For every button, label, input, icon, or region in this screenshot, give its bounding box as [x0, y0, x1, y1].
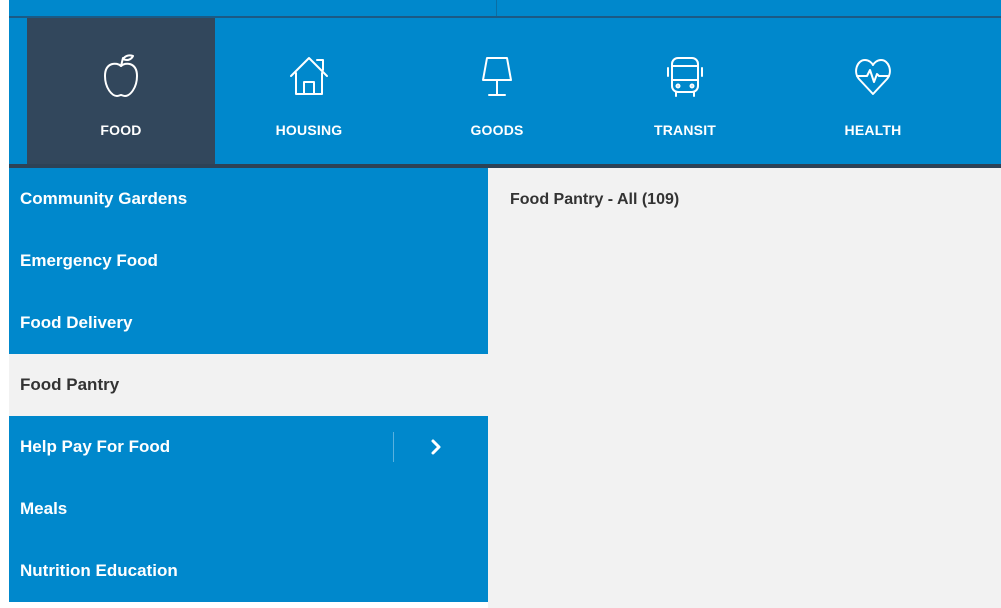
- category-tab-goods[interactable]: GOODS: [403, 18, 591, 164]
- subcategory-item-community-gardens[interactable]: Community Gardens: [9, 168, 488, 230]
- category-nav: FOOD HOUSING GOODS TRANSIT HEALTH: [9, 16, 1001, 168]
- category-tabs: FOOD HOUSING GOODS TRANSIT HEALTH: [27, 18, 967, 164]
- subcategory-label: Food Pantry: [20, 375, 120, 394]
- category-label: TRANSIT: [653, 122, 717, 138]
- category-tab-housing[interactable]: HOUSING: [215, 18, 403, 164]
- category-label: HOUSING: [275, 122, 343, 138]
- apple-icon: [104, 54, 138, 97]
- bus-icon: [667, 57, 703, 97]
- category-tab-food[interactable]: FOOD: [27, 18, 215, 164]
- subcategory-item-food-pantry[interactable]: Food Pantry: [9, 354, 488, 416]
- category-tab-transit[interactable]: TRANSIT: [591, 18, 779, 164]
- subcategory-label: Help Pay For Food: [20, 437, 171, 456]
- top-strip-divider: [496, 0, 497, 16]
- subcategory-list: Community Gardens Emergency Food Food De…: [9, 168, 488, 608]
- subcategory-item-food-delivery[interactable]: Food Delivery: [9, 292, 488, 354]
- subcategory-label: Food Delivery: [20, 313, 133, 332]
- subcategory-label: Nutrition Education: [20, 561, 178, 580]
- category-label: GOODS: [470, 122, 524, 138]
- results-heading: Food Pantry - All (109): [510, 191, 680, 208]
- heart-pulse-icon: [855, 59, 891, 95]
- results-panel: Food Pantry - All (109): [488, 168, 1001, 608]
- subcategory-item-meals[interactable]: Meals: [9, 478, 488, 540]
- app-frame: FOOD HOUSING GOODS TRANSIT HEALTH Commun…: [0, 0, 1001, 608]
- subcategory-item-nutrition-education[interactable]: Nutrition Education: [9, 540, 488, 602]
- subcategory-item-emergency-food[interactable]: Emergency Food: [9, 230, 488, 292]
- top-strip: [9, 0, 1001, 16]
- category-label: HEALTH: [844, 122, 902, 138]
- subcategory-label: Meals: [20, 499, 68, 518]
- subcategory-item-help-pay-for-food[interactable]: Help Pay For Food: [9, 416, 488, 478]
- chevron-right-icon[interactable]: [429, 438, 443, 456]
- expand-separator: [393, 432, 394, 462]
- category-tab-health[interactable]: HEALTH: [779, 18, 967, 164]
- subcategory-label: Emergency Food: [20, 251, 158, 270]
- category-label: FOOD: [100, 122, 142, 138]
- house-icon: [290, 57, 328, 95]
- lamp-icon: [482, 57, 512, 96]
- subcategory-label: Community Gardens: [20, 189, 188, 208]
